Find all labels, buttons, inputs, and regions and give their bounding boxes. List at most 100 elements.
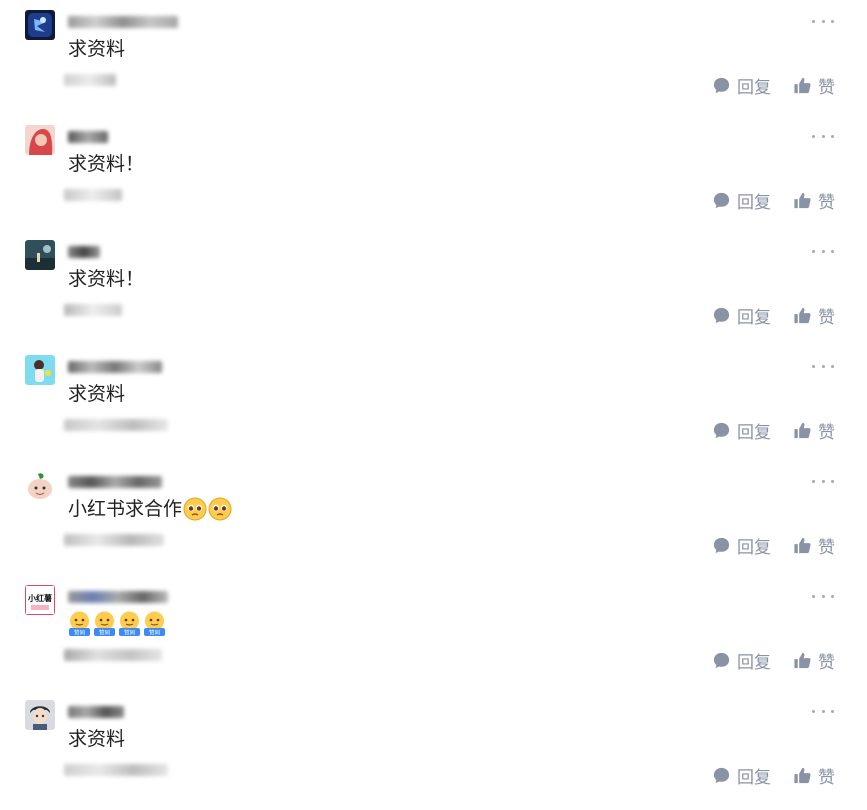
thumbs-up-icon [794, 77, 811, 93]
username-blurred[interactable] [68, 474, 162, 490]
username-blurred[interactable] [68, 129, 108, 145]
agree-sticker-icon: 赞同 [143, 611, 166, 637]
svg-text:赞同: 赞同 [149, 628, 161, 636]
like-button[interactable]: 赞 [793, 762, 835, 788]
like-button[interactable]: 赞 [793, 72, 835, 98]
avatar-image [25, 355, 55, 385]
pleading-face-icon [183, 497, 207, 521]
comment-item: 求资料 回复 赞 [0, 695, 867, 810]
username-blurred[interactable] [68, 359, 162, 375]
agree-sticker-icon: 赞同 [93, 611, 116, 637]
timestamp-blurred [64, 418, 168, 432]
pleading-face-icon [208, 497, 232, 521]
reply-label: 回复 [737, 77, 771, 98]
like-button[interactable]: 赞 [793, 647, 835, 673]
username-blurred[interactable] [68, 589, 168, 605]
reply-label: 回复 [737, 307, 771, 328]
like-label: 赞 [818, 537, 835, 558]
thumbs-up-icon [794, 307, 811, 323]
avatar-image [25, 10, 55, 40]
svg-text:赞同: 赞同 [124, 628, 136, 636]
avatar[interactable] [25, 470, 55, 500]
comment-text: 求资料！ [68, 153, 145, 175]
thumbs-up-icon [794, 652, 811, 668]
timestamp-blurred [64, 533, 164, 547]
username-blurred[interactable] [68, 704, 124, 720]
reply-button[interactable]: 回复 [712, 762, 771, 788]
comment-item: 求资料！ 回复 赞 [0, 235, 867, 350]
thumbs-up-icon [794, 537, 811, 553]
avatar-image: 小红薯 [25, 585, 55, 615]
comment-list: 求资料 回复 赞 求资料！ 回复 赞 求资料！ 回复 赞 求资料 回复 赞 小红… [0, 0, 867, 797]
username-blurred[interactable] [68, 244, 100, 260]
like-button[interactable]: 赞 [793, 532, 835, 558]
like-label: 赞 [818, 307, 835, 328]
svg-text:赞同: 赞同 [74, 628, 86, 636]
like-button[interactable]: 赞 [793, 187, 835, 213]
comment-text: 小红书求合作 [68, 495, 232, 523]
thumbs-up-icon [794, 422, 811, 438]
reply-button[interactable]: 回复 [712, 417, 771, 443]
avatar[interactable] [25, 700, 55, 730]
svg-text:赞同: 赞同 [99, 628, 111, 636]
avatar-image [25, 470, 55, 500]
timestamp-blurred [64, 73, 116, 87]
reply-button[interactable]: 回复 [712, 72, 771, 98]
reply-bubble-icon [713, 422, 730, 438]
avatar[interactable] [25, 125, 55, 155]
sticker-row: 赞同 赞同 赞同 赞同 [68, 611, 166, 637]
reply-label: 回复 [737, 652, 771, 673]
avatar[interactable] [25, 10, 55, 40]
more-options-button[interactable] [812, 130, 834, 142]
avatar-logo-text: 小红薯 [27, 593, 52, 603]
comment-item: 小红书求合作 回复 赞 [0, 465, 867, 580]
comment-item: 求资料！ 回复 赞 [0, 120, 867, 235]
reply-bubble-icon [713, 537, 730, 553]
timestamp-blurred [64, 303, 122, 317]
reply-button[interactable]: 回复 [712, 187, 771, 213]
avatar[interactable] [25, 240, 55, 270]
more-options-button[interactable] [812, 15, 834, 27]
reply-label: 回复 [737, 767, 771, 788]
reply-bubble-icon [713, 767, 730, 783]
agree-sticker-icon: 赞同 [118, 611, 141, 637]
timestamp-blurred [64, 188, 122, 202]
avatar[interactable] [25, 355, 55, 385]
like-label: 赞 [818, 652, 835, 673]
reply-label: 回复 [737, 422, 771, 443]
comment-text: 赞同 赞同 赞同 赞同 [68, 610, 166, 638]
more-options-button[interactable] [812, 705, 834, 717]
more-options-button[interactable] [812, 360, 834, 372]
comment-text: 求资料 [68, 728, 126, 750]
like-label: 赞 [818, 767, 835, 788]
thumbs-up-icon [794, 767, 811, 783]
like-button[interactable]: 赞 [793, 302, 835, 328]
avatar[interactable]: 小红薯 [25, 585, 55, 615]
thumbs-up-icon [794, 192, 811, 208]
more-options-button[interactable] [812, 245, 834, 257]
timestamp-blurred [64, 763, 168, 777]
like-label: 赞 [818, 77, 835, 98]
avatar-image [25, 240, 55, 270]
comment-text: 求资料 [68, 383, 126, 405]
more-options-button[interactable] [812, 475, 834, 487]
reply-label: 回复 [737, 537, 771, 558]
username-blurred[interactable] [68, 14, 178, 30]
avatar-image [25, 125, 55, 155]
more-options-button[interactable] [812, 590, 834, 602]
reply-button[interactable]: 回复 [712, 532, 771, 558]
reply-bubble-icon [713, 652, 730, 668]
avatar-image [25, 700, 55, 730]
reply-bubble-icon [713, 77, 730, 93]
like-label: 赞 [818, 192, 835, 213]
comment-item: 求资料 回复 赞 [0, 5, 867, 120]
reply-bubble-icon [713, 192, 730, 208]
reply-bubble-icon [713, 307, 730, 323]
reply-button[interactable]: 回复 [712, 647, 771, 673]
like-button[interactable]: 赞 [793, 417, 835, 443]
comment-item: 小红薯 赞同 赞同 赞同 赞同 回复 赞 [0, 580, 867, 695]
like-label: 赞 [818, 422, 835, 443]
reply-button[interactable]: 回复 [712, 302, 771, 328]
agree-sticker-icon: 赞同 [68, 611, 91, 637]
comment-text: 求资料 [68, 38, 126, 60]
